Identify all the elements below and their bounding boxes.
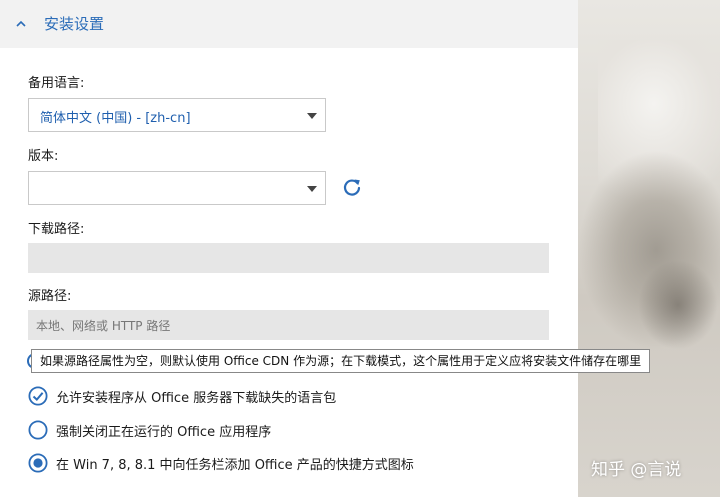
section-title: 安装设置 <box>44 15 105 33</box>
source-path-placeholder: 本地、网络或 HTTP 路径 <box>36 319 171 333</box>
source-path-tooltip: 如果源路径属性为空，则默认使用 Office CDN 作为源；在下载模式，这个属… <box>31 349 651 373</box>
source-path-label: 源路径: <box>28 289 72 304</box>
source-path-input[interactable]: 本地、网络或 HTTP 路径 <box>28 310 549 340</box>
chevron-down-icon[interactable] <box>307 186 317 192</box>
checkmark-circle-icon[interactable] <box>28 386 48 406</box>
edition-label: 版本: <box>28 149 59 164</box>
download-path-input[interactable] <box>28 243 549 273</box>
chevron-up-icon[interactable] <box>15 18 27 30</box>
option-allow-download-lang-label: 允许安装程序从 Office 服务器下载缺失的语言包 <box>56 391 337 406</box>
download-path-label: 下载路径: <box>28 222 85 237</box>
chevron-down-icon[interactable] <box>307 113 317 119</box>
radio-unchecked-icon[interactable] <box>28 420 48 440</box>
refresh-icon[interactable] <box>342 177 362 197</box>
watermark: 知乎 @言说 <box>591 460 682 480</box>
language-label: 备用语言: <box>28 76 85 91</box>
settings-panel: 安装设置 备用语言: 简体中文 (中国) - [zh-cn] 版本: 下载路径:… <box>0 0 651 497</box>
option-force-close-apps-label: 强制关闭正在运行的 Office 应用程序 <box>56 425 272 440</box>
language-select[interactable]: 简体中文 (中国) - [zh-cn] <box>28 98 326 132</box>
edition-select[interactable] <box>28 171 326 205</box>
language-selected-value: 简体中文 (中国) - [zh-cn] <box>40 111 191 126</box>
section-header[interactable]: 安装设置 <box>0 0 578 48</box>
photo-dark-detail <box>638 260 718 350</box>
radio-checked-icon[interactable] <box>28 453 48 473</box>
option-pin-taskbar-label: 在 Win 7, 8, 8.1 中向任务栏添加 Office 产品的快捷方式图标 <box>56 458 414 473</box>
background-photo <box>578 0 720 497</box>
